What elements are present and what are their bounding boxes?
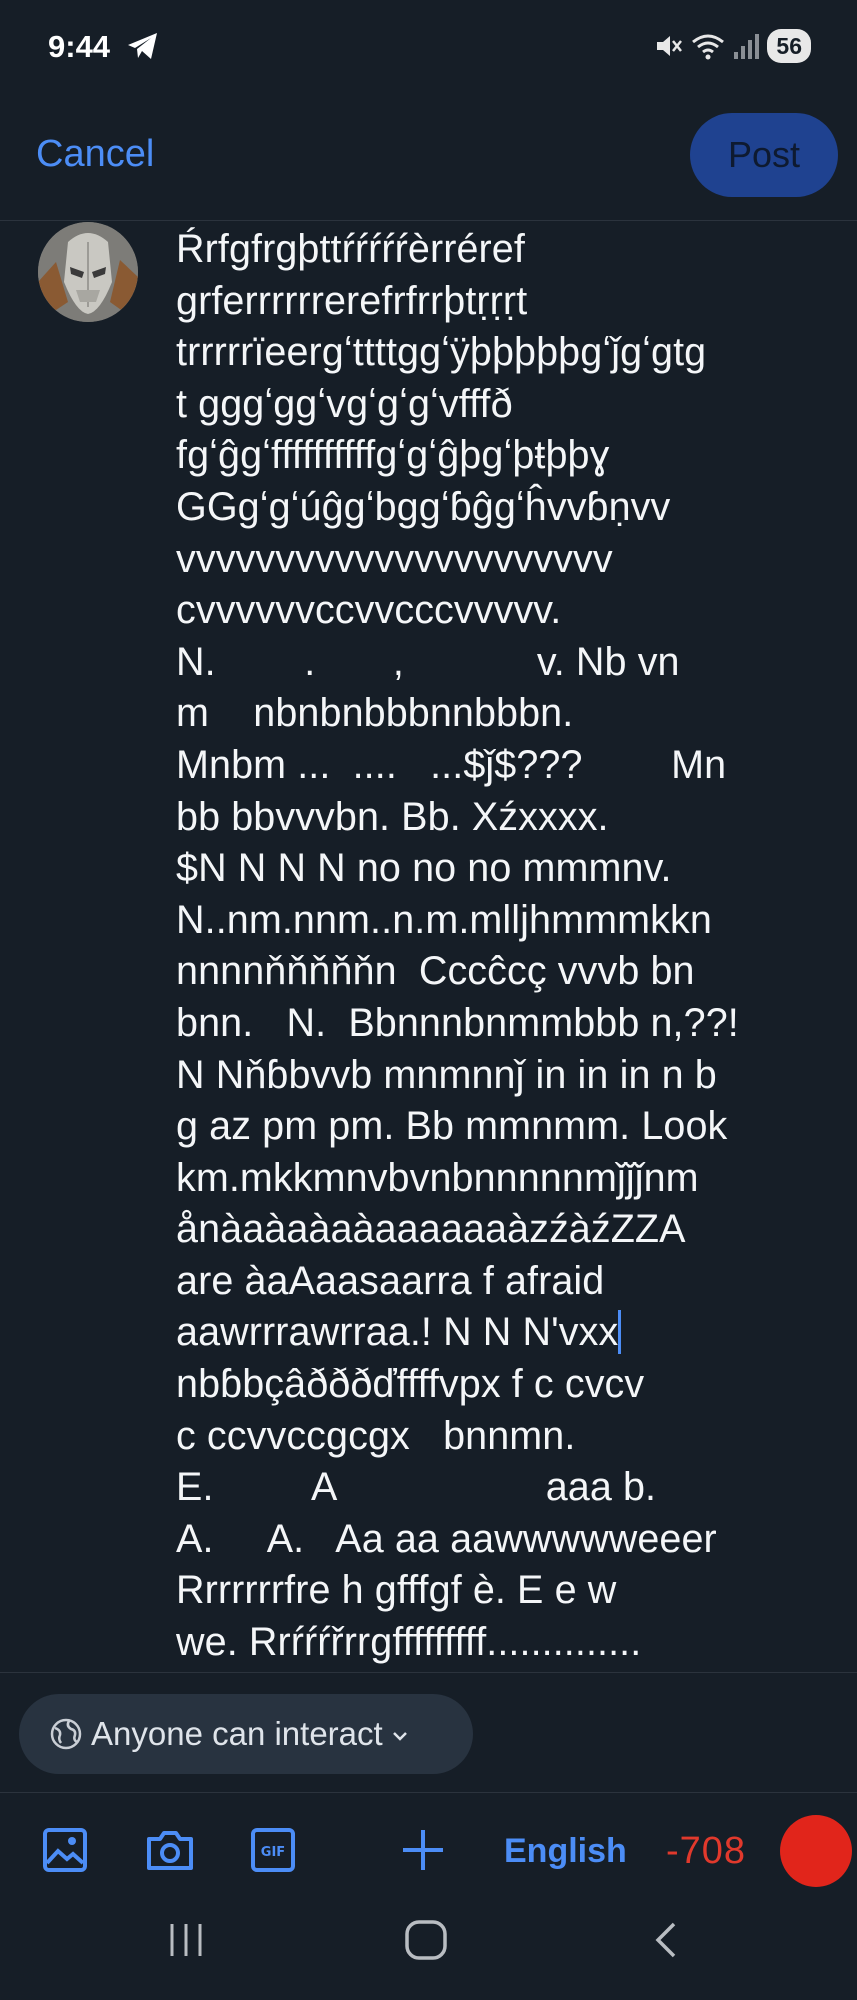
post-text-after-cursor: nbɓbçâðððďffffvpx f c cvcv c ccvvccgcgx … [176,1362,717,1665]
svg-text:GIF: GIF [261,1845,285,1860]
image-icon[interactable] [42,1827,88,1873]
camera-icon[interactable] [145,1827,195,1873]
wifi-icon [692,34,725,60]
status-time: 9:44 [48,29,111,64]
status-bar: 9:44 56 [0,0,857,95]
compose-header: Cancel Post [0,95,857,221]
record-circle-icon[interactable] [780,1815,852,1887]
plus-icon[interactable] [400,1827,446,1873]
gif-icon[interactable]: GIF [250,1827,296,1873]
mute-icon [657,36,683,56]
recents-icon[interactable] [166,1920,206,1960]
post-button[interactable]: Post [690,113,838,197]
system-nav-bar [0,1900,857,2000]
char-counter: -708 [666,1830,747,1872]
language-selector[interactable]: English [504,1832,627,1871]
home-icon[interactable] [404,1920,448,1960]
chevron-down-icon [392,1732,407,1741]
divider [0,1792,857,1793]
post-text-input[interactable]: Ŕrfgfrgþttŕŕŕŕŕèrréref grferrrrrrerefrfr… [176,224,826,1668]
post-text-before-cursor: Ŕrfgfrgþttŕŕŕŕŕèrréref grferrrrrrerefrfr… [176,227,739,1355]
back-icon[interactable] [650,1920,680,1960]
globe-icon [50,1718,82,1750]
cancel-button[interactable]: Cancel [36,133,154,176]
battery-indicator: 56 [767,29,811,63]
text-cursor [618,1310,622,1355]
telegram-icon [128,33,157,59]
reply-settings-button[interactable]: Anyone can interact [19,1694,473,1774]
user-avatar[interactable] [38,222,138,322]
divider [0,1672,857,1673]
reply-settings-label: Anyone can interact [91,1715,383,1752]
signal-icon [734,34,760,59]
